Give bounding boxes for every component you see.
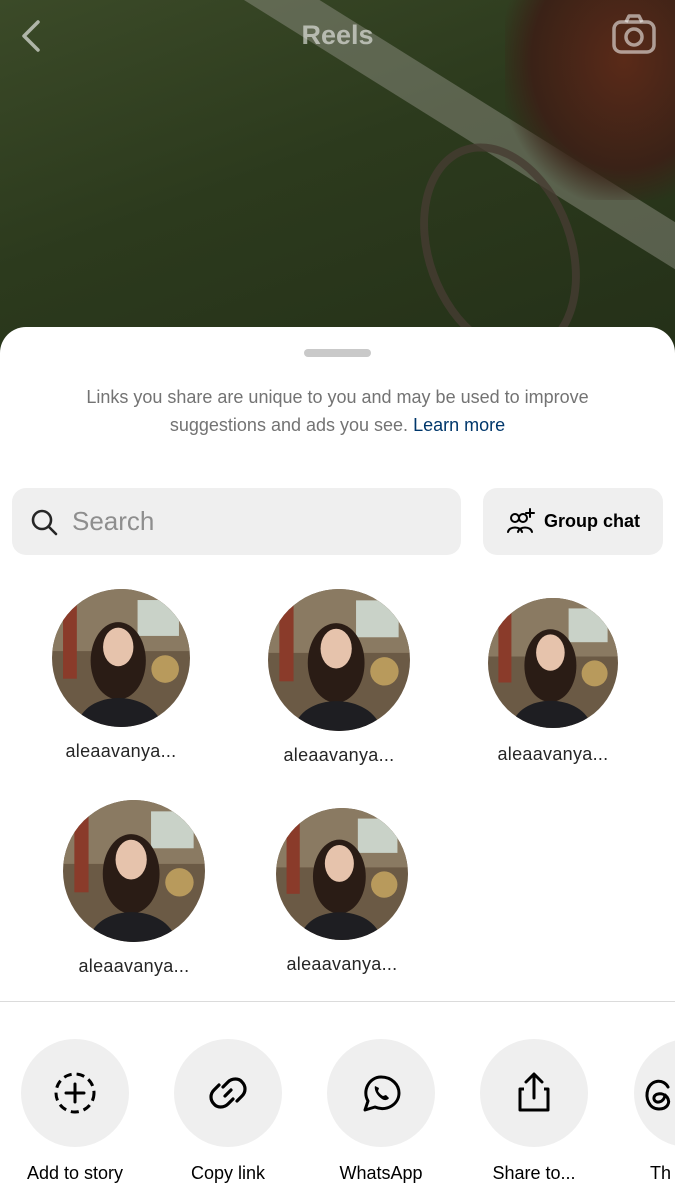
camera-icon[interactable] — [611, 12, 657, 58]
threads-icon — [645, 1079, 671, 1111]
action-label: WhatsApp — [339, 1163, 423, 1183]
divider — [0, 1001, 675, 1002]
avatar — [268, 589, 410, 731]
avatar — [52, 589, 190, 727]
learn-more-link[interactable]: Learn more — [413, 415, 505, 435]
avatar — [488, 598, 618, 728]
contact-name: aleaavanya... — [497, 744, 609, 764]
search-icon — [31, 509, 58, 535]
contact-item[interactable]: aleaavanya... — [453, 598, 653, 765]
group-add-icon — [506, 507, 535, 533]
contact-item[interactable]: aleaavanya... — [34, 800, 234, 977]
action-circle — [174, 1039, 282, 1147]
contact-item[interactable]: aleaavanya... — [239, 589, 439, 766]
share-notice: Links you share are unique to you and ma… — [40, 383, 635, 439]
search-input[interactable] — [72, 506, 402, 537]
action-label: Share to... — [492, 1163, 576, 1183]
action-circle — [21, 1039, 129, 1147]
avatar — [63, 800, 205, 942]
action-circle — [634, 1039, 675, 1147]
contact-name: aleaavanya... — [286, 954, 398, 974]
page-title: Reels — [301, 20, 374, 50]
action-label: Copy link — [190, 1163, 266, 1183]
action-label: Th — [650, 1163, 672, 1183]
action-circle — [327, 1039, 435, 1147]
contact-name: aleaavanya... — [65, 741, 177, 761]
add-to-story-button[interactable]: Add to story — [0, 1039, 155, 1184]
link-icon — [209, 1077, 247, 1109]
contact-name: aleaavanya... — [78, 956, 190, 976]
sheet-grabber[interactable] — [304, 349, 371, 357]
group-chat-button[interactable]: Group chat — [483, 488, 663, 555]
group-chat-label: Group chat — [543, 511, 640, 531]
contact-item[interactable]: aleaavanya... — [21, 589, 221, 762]
add-story-icon — [54, 1072, 96, 1114]
share-sheet: Links you share are unique to you and ma… — [0, 327, 675, 1200]
action-label: Add to story — [26, 1163, 124, 1183]
copy-link-button[interactable]: Copy link — [148, 1039, 308, 1184]
top-bar: Reels — [0, 0, 675, 72]
contact-name: aleaavanya... — [283, 745, 395, 765]
avatar — [276, 808, 408, 940]
action-circle — [480, 1039, 588, 1147]
share-icon — [518, 1072, 550, 1112]
share-to-button[interactable]: Share to... — [454, 1039, 614, 1184]
whatsapp-icon — [363, 1075, 401, 1112]
notice-text: Links you share are unique to you and ma… — [86, 387, 589, 435]
threads-button[interactable]: Th — [608, 1039, 675, 1184]
search-bar[interactable] — [12, 488, 461, 555]
contact-item[interactable]: aleaavanya... — [242, 808, 442, 975]
whatsapp-button[interactable]: WhatsApp — [301, 1039, 461, 1184]
